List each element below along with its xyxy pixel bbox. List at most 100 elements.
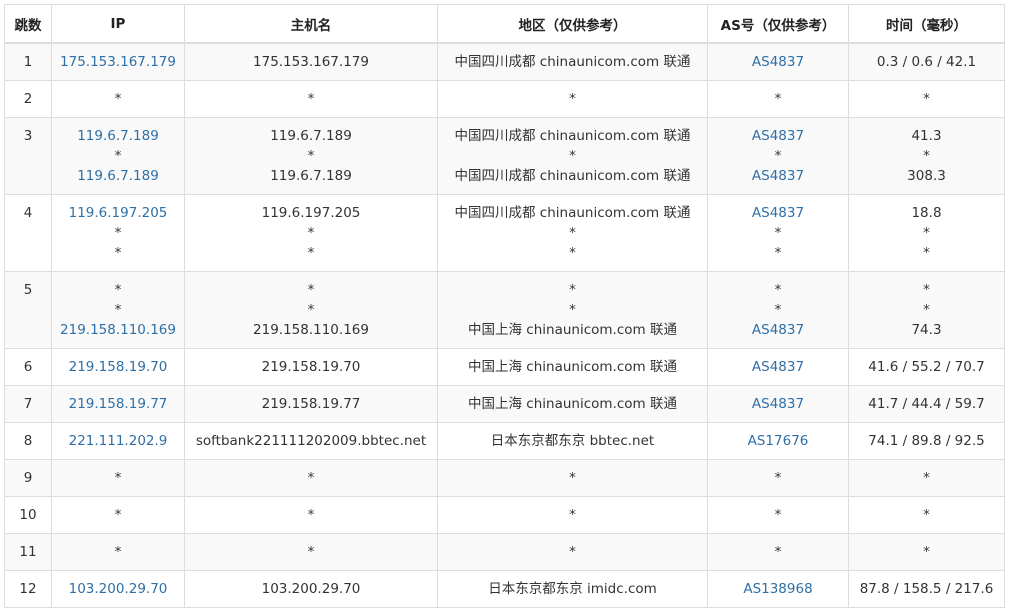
hostname-cell: 119.6.7.189 * 119.6.7.189 [184,116,438,195]
host-value: * [307,506,315,523]
as-value: * [774,244,782,261]
ip-cell: * [51,458,185,497]
time-value: 0.3 / 0.6 / 42.1 [876,53,977,70]
traceroute-table: 跳数 IP 主机名 地区（仅供参考） AS号（仅供参考） 时间（毫秒） 1 175… [4,4,1005,608]
as-link[interactable]: AS4837 [752,394,804,414]
time-value: 41.3 [911,127,942,144]
header-hop: 跳数 [4,4,52,44]
table-row: 9 * * * * * [4,458,1005,497]
hop-cell: 10 [4,495,52,534]
table-row: 12 103.200.29.70 103.200.29.70 日本东京都东京 imid… [4,569,1005,608]
table-row: 2 * * * * * [4,79,1005,118]
ip-link[interactable]: 219.158.19.77 [69,394,168,414]
ip-cell: 219.158.19.77 [51,384,185,423]
region-value: 中国四川成都 chinaunicom.com 联通 [454,204,691,221]
as-link[interactable]: AS4837 [752,166,804,186]
time-value: 87.8 / 158.5 / 217.6 [859,580,994,597]
ip-cell: * [51,495,185,534]
as-link[interactable]: AS4837 [752,357,804,377]
host-value: * [307,543,315,560]
time-cell: 41.6 / 55.2 / 70.7 [848,347,1005,386]
time-cell: * [848,79,1005,118]
region-value: * [569,506,576,523]
as-cell: * * AS4837 [707,270,849,349]
host-value: * [307,301,315,318]
time-value: 308.3 [907,167,946,184]
as-link[interactable]: AS4837 [752,320,804,340]
as-cell: AS4837 [707,42,849,81]
ip-link[interactable]: 119.6.7.189 [77,126,159,146]
time-value: * [923,147,930,164]
region-cell: 中国四川成都 chinaunicom.com 联通 [437,42,708,81]
hop-cell: 12 [4,569,52,608]
ip-link[interactable]: 119.6.7.189 [77,166,159,186]
ip-cell: * [51,79,185,118]
host-value: 219.158.19.77 [261,395,361,412]
ip-value: * [114,506,122,523]
as-link[interactable]: AS4837 [752,203,804,223]
hop-cell: 4 [4,193,52,272]
hostname-cell: * [184,495,438,534]
region-value: * [569,147,576,164]
time-value: * [923,469,930,486]
region-value: * [569,301,576,318]
as-link[interactable]: AS4837 [752,126,804,146]
time-value: * [923,224,930,241]
as-link[interactable]: AS17676 [748,431,809,451]
ip-link[interactable]: 103.200.29.70 [69,579,168,599]
host-value: 219.158.110.169 [253,321,369,338]
ip-link[interactable]: 175.153.167.179 [60,52,176,72]
ip-link[interactable]: 219.158.19.70 [69,357,168,377]
as-cell: AS17676 [707,421,849,460]
as-value: * [774,301,782,318]
host-value: 103.200.29.70 [261,580,361,597]
as-link[interactable]: AS138968 [743,579,812,599]
host-value: * [307,147,315,164]
as-link[interactable]: AS4837 [752,52,804,72]
region-value: 中国四川成都 chinaunicom.com 联通 [454,167,691,184]
ip-link[interactable]: 219.158.110.169 [60,320,176,340]
ip-value: * [114,244,122,261]
table-row: 10 * * * * * [4,495,1005,534]
as-cell: * [707,532,849,571]
host-value: 119.6.7.189 [270,127,352,144]
ip-cell: 219.158.19.70 [51,347,185,386]
header-hostname: 主机名 [184,4,438,44]
hop-cell: 11 [4,532,52,571]
table-body: 1 175.153.167.179 175.153.167.179 中国四川成都 ch… [4,42,1005,608]
time-cell: 0.3 / 0.6 / 42.1 [848,42,1005,81]
time-value: 74.3 [911,321,942,338]
ip-link[interactable]: 221.111.202.9 [69,431,168,451]
hostname-cell: * * 219.158.110.169 [184,270,438,349]
time-cell: * [848,458,1005,497]
ip-value: * [114,543,122,560]
hop-cell: 9 [4,458,52,497]
host-value: 219.158.19.70 [261,358,361,375]
as-value: * [774,469,782,486]
region-value: 中国上海 chinaunicom.com 联通 [468,321,677,338]
time-value: * [923,506,930,523]
header-region: 地区（仅供参考） [437,4,708,44]
table-row: 3 119.6.7.189 * 119.6.7.189 119.6.7.189 * 119.… [4,116,1005,195]
header-as: AS号（仅供参考） [707,4,849,44]
host-value: 175.153.167.179 [253,53,369,70]
as-cell: AS4837 [707,347,849,386]
ip-value: * [114,224,122,241]
region-value: * [569,469,576,486]
host-value: * [307,244,315,261]
hop-cell: 3 [4,116,52,195]
hop-cell: 2 [4,79,52,118]
hostname-cell: 219.158.19.77 [184,384,438,423]
region-value: 中国四川成都 chinaunicom.com 联通 [454,127,691,144]
host-value: * [307,224,315,241]
region-cell: 日本东京都东京 bbtec.net [437,421,708,460]
as-cell: AS138968 [707,569,849,608]
ip-cell: * * 219.158.110.169 [51,270,185,349]
as-value: * [774,90,782,107]
as-cell: AS4837 * AS4837 [707,116,849,195]
region-cell: * [437,79,708,118]
table-row: 4 119.6.197.205 * * 119.6.197.205 * * 中国四川成都 ch… [4,193,1005,272]
host-value: * [307,281,315,298]
ip-link[interactable]: 119.6.197.205 [69,203,168,223]
hostname-cell: softbank221111202009.bbtec.net [184,421,438,460]
